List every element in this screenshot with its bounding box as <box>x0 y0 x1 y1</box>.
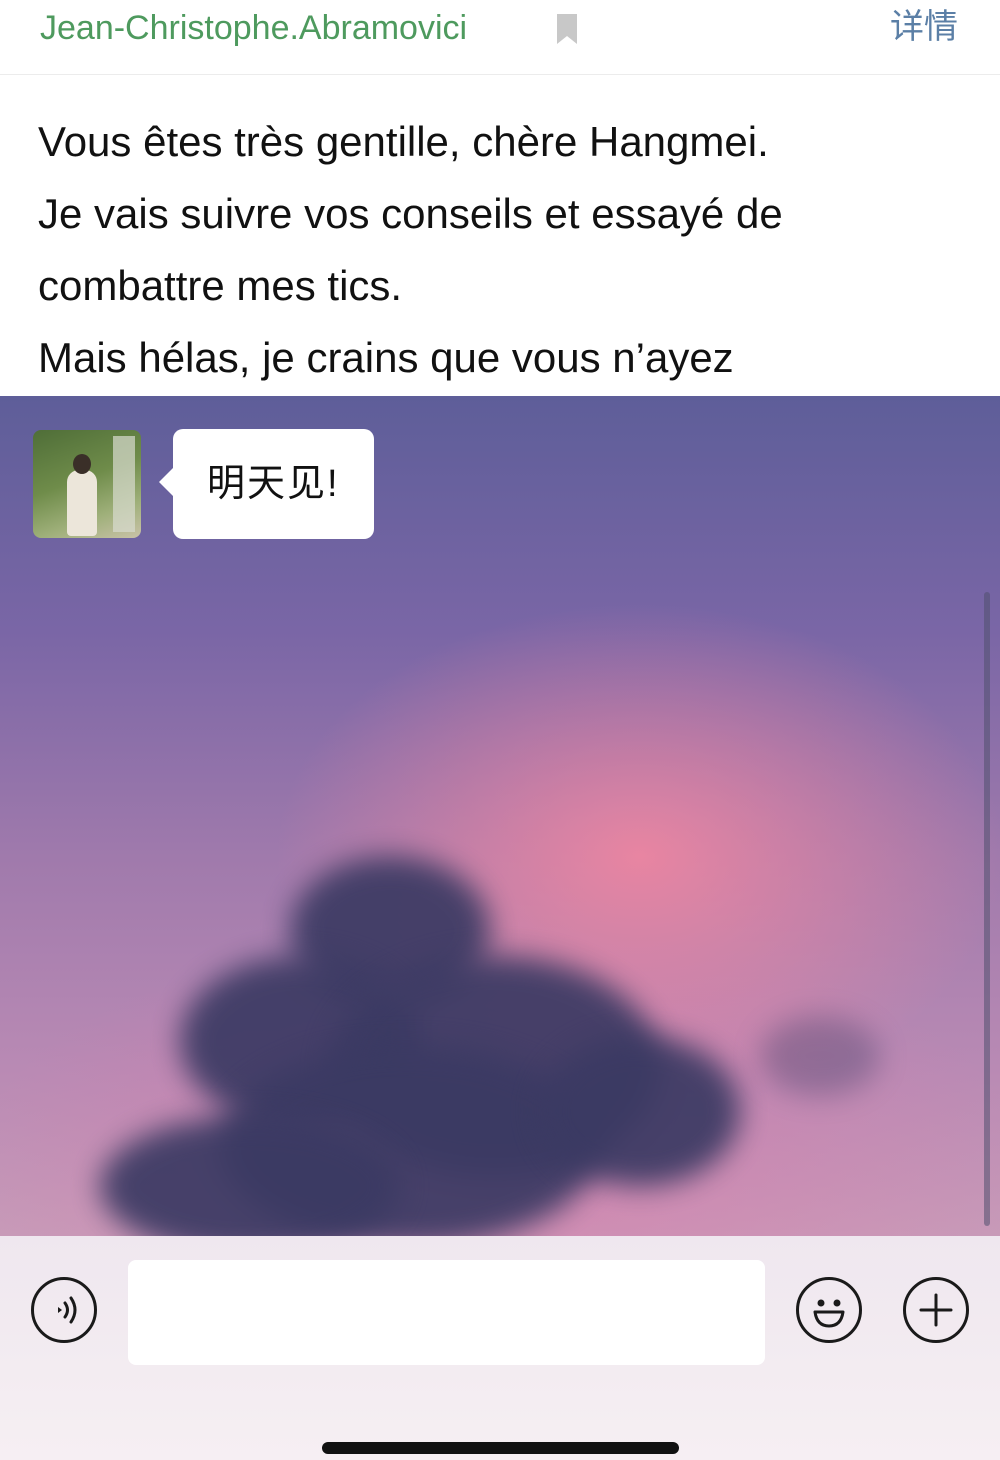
message-header: Jean-Christophe.Abramovici 详情 <box>0 0 1000 75</box>
chat-scrollbar[interactable] <box>984 592 990 1226</box>
home-indicator[interactable] <box>322 1442 679 1454</box>
message-line: Mais hélas, je crains que vous n’ayez <box>38 334 734 381</box>
more-button[interactable] <box>903 1277 969 1343</box>
voice-button[interactable] <box>31 1277 97 1343</box>
details-link[interactable]: 详情 <box>890 6 958 48</box>
voice-icon <box>58 1296 77 1324</box>
message-line: Vous êtes très gentille, chère Hangmei. <box>38 118 769 165</box>
message-body: Vous êtes très gentille, chère Hangmei. … <box>38 106 958 394</box>
message-input[interactable] <box>128 1260 765 1365</box>
message-line: Je vais suivre vos conseils et essayé de <box>38 190 783 237</box>
input-bar <box>0 1236 1000 1460</box>
plus-icon <box>919 1293 953 1327</box>
emoji-button[interactable] <box>796 1277 862 1343</box>
bubble-text: 明天见! <box>207 463 340 505</box>
message-card: Jean-Christophe.Abramovici 详情 Vous êtes … <box>0 0 1000 396</box>
message-line: combattre mes tics. <box>38 262 403 309</box>
message-bubble[interactable]: 明天见! <box>159 429 374 539</box>
chat-area[interactable]: 明天见! <box>0 396 1000 1236</box>
sender-name[interactable]: Jean-Christophe.Abramovici <box>40 8 467 48</box>
emoji-icon <box>813 1299 845 1328</box>
avatar[interactable] <box>33 430 141 538</box>
bookmark-icon[interactable] <box>555 12 579 46</box>
